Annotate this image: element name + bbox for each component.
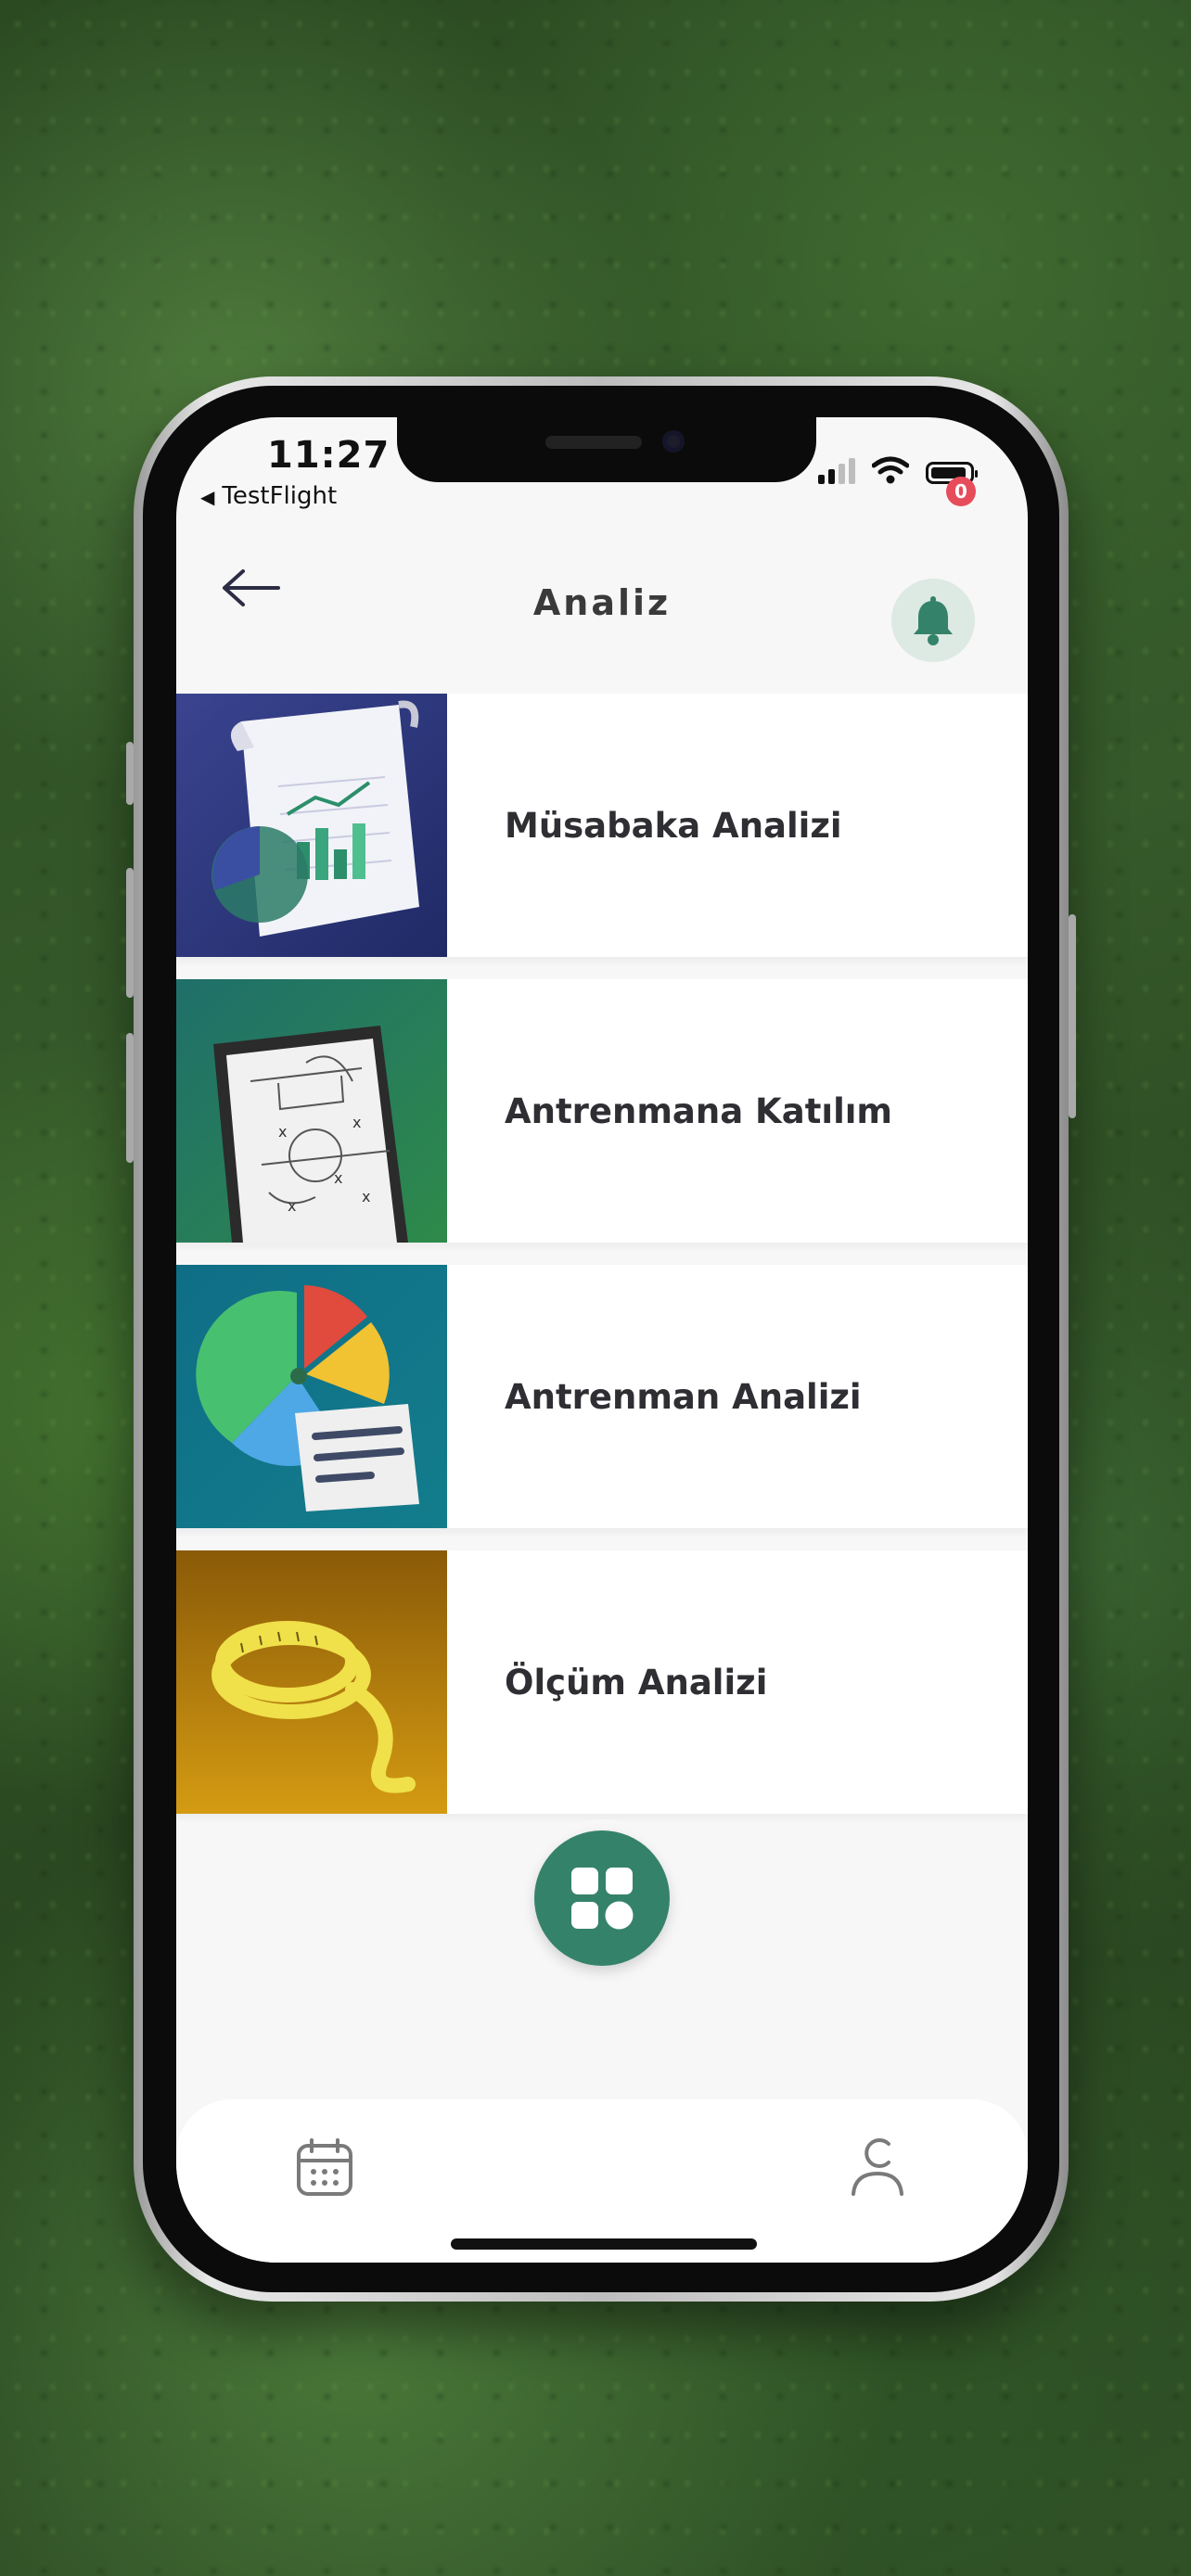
speaker <box>545 436 642 449</box>
list-item-antrenman-analizi[interactable]: Antrenman Analizi <box>176 1265 1028 1528</box>
phone-mute-switch <box>126 742 134 805</box>
list-item-label: Antrenmana Katılım <box>505 1090 892 1131</box>
home-indicator <box>451 2238 757 2250</box>
center-menu-button[interactable] <box>534 1830 670 1966</box>
notification-button[interactable] <box>891 579 975 662</box>
phone-volume-up <box>126 868 134 998</box>
wifi-icon <box>872 456 909 484</box>
tactics-board-illustration: x x x x x <box>176 979 447 1243</box>
list-item-antrenmana-katilim[interactable]: x x x x x Antrenmana Katılım <box>176 979 1028 1243</box>
list-item-olcum-analizi[interactable]: Ölçüm Analizi <box>176 1550 1028 1814</box>
svg-text:x: x <box>288 1197 296 1215</box>
list-item-label: Müsabaka Analizi <box>505 805 842 846</box>
calendar-icon[interactable] <box>295 2136 354 2198</box>
back-app-label: TestFlight <box>222 482 338 510</box>
notification-badge: 0 <box>946 477 976 506</box>
chart-document-illustration <box>176 694 447 957</box>
phone-power-button <box>1069 914 1076 1118</box>
cellular-signal-icon <box>818 458 855 484</box>
svg-text:x: x <box>334 1169 342 1187</box>
back-triangle-icon: ◀ <box>200 486 215 508</box>
app-screen: 11:27 ◀ TestFlight Analiz 0 Müsabaka Ana… <box>176 417 1028 2263</box>
list-item-label: Ölçüm Analizi <box>505 1662 768 1702</box>
phone-volume-down <box>126 1033 134 1163</box>
bottom-tab-bar <box>176 2099 1028 2263</box>
list-item-label: Antrenman Analizi <box>505 1376 862 1417</box>
notch <box>397 417 816 482</box>
svg-text:x: x <box>362 1188 370 1205</box>
back-to-app-link[interactable]: ◀ TestFlight <box>200 482 337 510</box>
header: Analiz <box>176 519 1028 662</box>
front-camera <box>662 430 685 453</box>
svg-text:x: x <box>278 1123 287 1141</box>
svg-text:x: x <box>352 1114 361 1131</box>
status-time: 11:27 <box>267 434 391 477</box>
list-item-musabaka-analizi[interactable]: Müsabaka Analizi <box>176 694 1028 957</box>
grid-apps-icon <box>571 1868 634 1930</box>
pie-chart-report-illustration <box>176 1265 447 1528</box>
bell-icon <box>914 596 953 645</box>
user-icon[interactable] <box>848 2133 907 2198</box>
measuring-tape-illustration <box>176 1550 447 1814</box>
